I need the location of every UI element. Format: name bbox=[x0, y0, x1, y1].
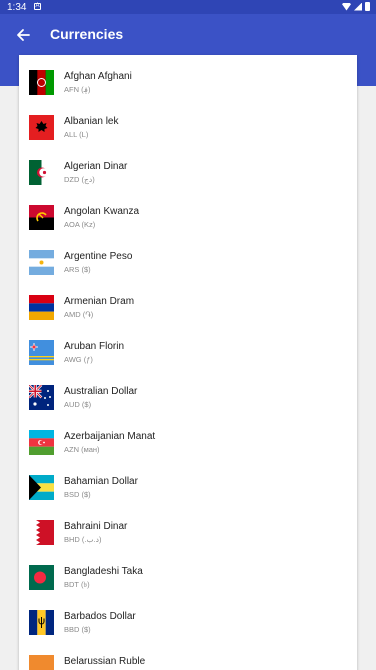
currency-name: Argentine Peso bbox=[64, 251, 133, 262]
currency-name: Bahraini Dinar bbox=[64, 521, 128, 532]
flag-af-icon bbox=[29, 70, 54, 95]
currency-row-bhd[interactable]: Bahraini Dinar BHD (.د.ب) bbox=[19, 519, 357, 564]
currency-code: ARS ($) bbox=[64, 265, 91, 274]
currency-row-aoa[interactable]: Angolan Kwanza AOA (Kz) bbox=[19, 204, 357, 249]
back-button[interactable] bbox=[12, 24, 34, 46]
signal-icon bbox=[354, 2, 362, 11]
status-bar: 1:34 A bbox=[0, 0, 376, 14]
currency-code: DZD (دج) bbox=[64, 175, 95, 184]
currency-row-dzd[interactable]: Algerian Dinar DZD (دج) bbox=[19, 159, 357, 204]
currency-code: AUD ($) bbox=[64, 400, 92, 409]
flag-aw-icon bbox=[29, 340, 54, 365]
currency-name: Bahamian Dollar bbox=[64, 476, 138, 487]
currency-row-awg[interactable]: Aruban Florin AWG (ƒ) bbox=[19, 339, 357, 384]
currency-name: Aruban Florin bbox=[64, 341, 125, 352]
flag-al-icon bbox=[29, 115, 54, 140]
page-title: Currencies bbox=[50, 26, 124, 42]
currency-code: AWG (ƒ) bbox=[64, 355, 93, 364]
arrow-left-icon bbox=[17, 29, 30, 41]
currency-name: Barbados Dollar bbox=[64, 611, 136, 622]
status-time: 1:34 bbox=[7, 2, 27, 13]
wifi-icon bbox=[342, 2, 351, 11]
flag-dz-icon bbox=[29, 160, 54, 185]
currency-name: Australian Dollar bbox=[64, 386, 138, 397]
currency-row-byr[interactable]: Belarussian Ruble bbox=[19, 654, 357, 670]
currency-code: BDT (৳) bbox=[64, 580, 90, 589]
currency-code: AZN (ман) bbox=[64, 445, 100, 454]
notification-icon: A bbox=[34, 3, 41, 10]
flag-bd-icon bbox=[29, 565, 54, 590]
currency-name: Armenian Dram bbox=[64, 296, 135, 307]
currency-row-bsd[interactable]: Bahamian Dollar BSD ($) bbox=[19, 474, 357, 519]
flag-bs-icon bbox=[29, 475, 54, 500]
flag-au-icon bbox=[29, 385, 54, 410]
currency-name: Afghan Afghani bbox=[64, 71, 132, 82]
flag-by-icon bbox=[29, 655, 54, 670]
currency-row-azn[interactable]: Azerbaijanian Manat AZN (ман) bbox=[19, 429, 357, 474]
battery-icon bbox=[365, 2, 370, 11]
currency-list: Afghan Afghani AFN (؋) Albanian lek ALL … bbox=[19, 55, 357, 670]
currency-code: BBD ($) bbox=[64, 625, 91, 634]
flag-am-icon bbox=[29, 295, 54, 320]
currency-row-ars[interactable]: Argentine Peso ARS ($) bbox=[19, 249, 357, 294]
currency-name: Albanian lek bbox=[64, 116, 119, 127]
flag-bb-icon bbox=[29, 610, 54, 635]
currency-row-afn[interactable]: Afghan Afghani AFN (؋) bbox=[19, 69, 357, 114]
flag-bh-icon bbox=[29, 520, 54, 545]
currency-code: AFN (؋) bbox=[64, 85, 91, 94]
currency-name: Belarussian Ruble bbox=[64, 656, 146, 667]
currency-row-all[interactable]: Albanian lek ALL (L) bbox=[19, 114, 357, 159]
currency-name: Bangladeshi Taka bbox=[64, 566, 143, 577]
currency-code: AOA (Kz) bbox=[64, 220, 96, 229]
currency-name: Angolan Kwanza bbox=[64, 206, 140, 217]
flag-ao-icon bbox=[29, 205, 54, 230]
currency-code: ALL (L) bbox=[64, 130, 89, 139]
currency-name: Azerbaijanian Manat bbox=[64, 431, 156, 442]
currency-name: Algerian Dinar bbox=[64, 161, 128, 172]
currency-code: BSD ($) bbox=[64, 490, 91, 499]
currency-row-aud[interactable]: Australian Dollar AUD ($) bbox=[19, 384, 357, 429]
currency-code: BHD (.د.ب) bbox=[64, 535, 102, 544]
currency-row-bbd[interactable]: Barbados Dollar BBD ($) bbox=[19, 609, 357, 654]
app-bar: Currencies bbox=[0, 14, 376, 56]
currency-code: AMD (֏) bbox=[64, 310, 94, 319]
currency-row-amd[interactable]: Armenian Dram AMD (֏) bbox=[19, 294, 357, 339]
currency-row-bdt[interactable]: Bangladeshi Taka BDT (৳) bbox=[19, 564, 357, 609]
status-icons bbox=[342, 2, 370, 11]
flag-az-icon bbox=[29, 430, 54, 455]
flag-ar-icon bbox=[29, 250, 54, 275]
